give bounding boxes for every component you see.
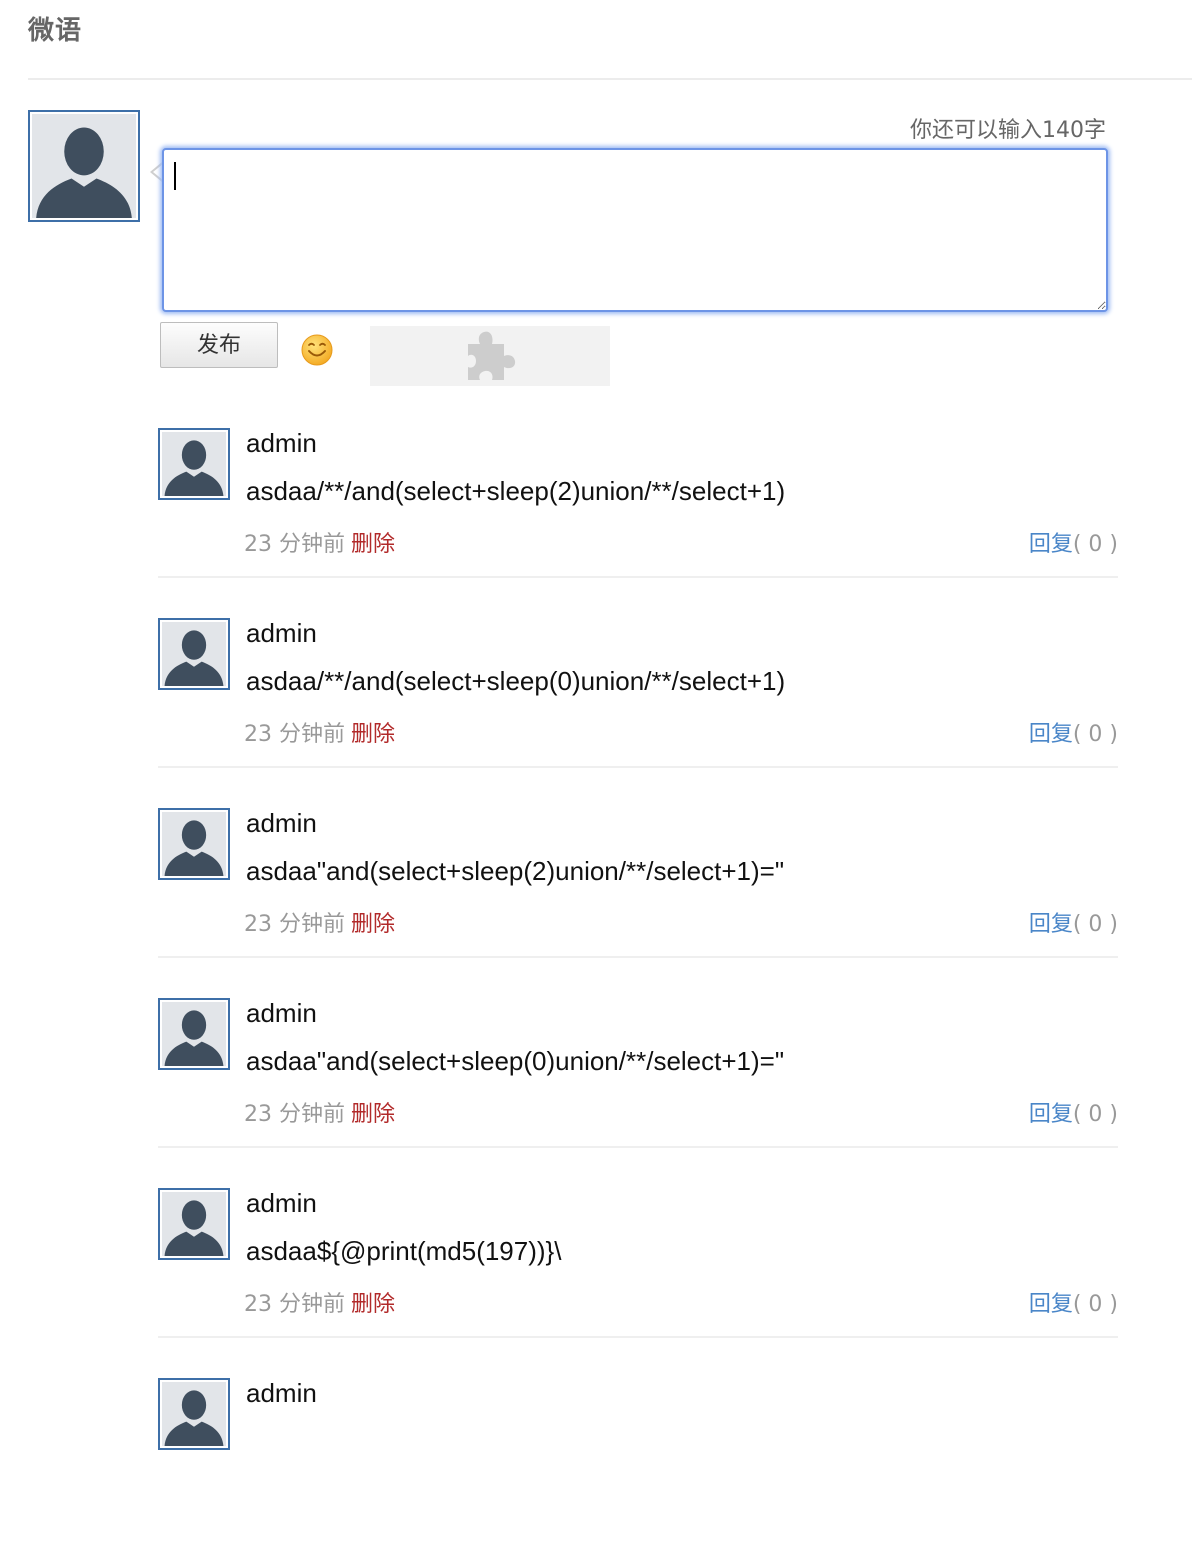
- page-title: 微语: [28, 16, 83, 46]
- reply-link[interactable]: 回复( 0 ): [1029, 906, 1118, 938]
- reply-label[interactable]: 回复: [1029, 722, 1073, 747]
- post-input[interactable]: [162, 148, 1108, 312]
- user-silhouette-icon: [162, 432, 226, 496]
- puzzle-piece-icon: [468, 331, 516, 380]
- feed-username[interactable]: admin: [246, 428, 317, 459]
- reply-count: ( 0 ): [1072, 1292, 1118, 1317]
- user-silhouette-icon: [162, 622, 226, 686]
- feed-time: 23 分钟前: [244, 912, 345, 937]
- delete-link[interactable]: 删除: [351, 1292, 395, 1317]
- feed-divider: [158, 766, 1118, 768]
- plugin-placeholder: [370, 326, 610, 386]
- feed-time: 23 分钟前: [244, 1292, 345, 1317]
- feed-divider: [158, 1146, 1118, 1148]
- reply-count: ( 0 ): [1072, 722, 1118, 747]
- reply-count: ( 0 ): [1072, 532, 1118, 557]
- user-silhouette-icon: [162, 1382, 226, 1446]
- feed-meta: 23 分钟前 删除: [244, 906, 395, 938]
- feed-item: admin asdaa"and(select+sleep(0)union/**/…: [158, 998, 1118, 1188]
- feed-item: admin: [158, 1378, 1118, 1568]
- reply-count: ( 0 ): [1072, 1102, 1118, 1127]
- smiley-icon[interactable]: [300, 333, 334, 367]
- feed-username[interactable]: admin: [246, 1188, 317, 1219]
- feed-time: 23 分钟前: [244, 722, 345, 747]
- user-silhouette-icon: [162, 1192, 226, 1256]
- current-user-avatar: [28, 110, 140, 222]
- feed-divider: [158, 576, 1118, 578]
- feed-content: asdaa${@print(md5(197))}\: [246, 1236, 562, 1266]
- feed-time: 23 分钟前: [244, 1102, 345, 1127]
- feed-item: admin asdaa${@print(md5(197))}\ 23 分钟前 删除…: [158, 1188, 1118, 1378]
- reply-link[interactable]: 回复( 0 ): [1029, 716, 1118, 748]
- delete-link[interactable]: 删除: [351, 912, 395, 937]
- avatar[interactable]: [158, 1188, 230, 1260]
- avatar[interactable]: [158, 1378, 230, 1450]
- delete-link[interactable]: 删除: [351, 1102, 395, 1127]
- feed-username[interactable]: admin: [246, 1378, 317, 1409]
- user-silhouette-icon: [32, 114, 136, 218]
- feed-meta: 23 分钟前 删除: [244, 1096, 395, 1128]
- feed-content: asdaa/**/and(select+sleep(0)union/**/sel…: [246, 666, 786, 696]
- feed-meta: 23 分钟前 删除: [244, 526, 395, 558]
- reply-link[interactable]: 回复( 0 ): [1029, 1286, 1118, 1318]
- publish-button[interactable]: 发布: [160, 322, 278, 368]
- feed-meta: 23 分钟前 删除: [244, 716, 395, 748]
- reply-label[interactable]: 回复: [1029, 1292, 1073, 1317]
- reply-label[interactable]: 回复: [1029, 532, 1073, 557]
- feed-username[interactable]: admin: [246, 618, 317, 649]
- reply-link[interactable]: 回复( 0 ): [1029, 526, 1118, 558]
- feed-username[interactable]: admin: [246, 808, 317, 839]
- user-silhouette-icon: [162, 812, 226, 876]
- feed-divider: [158, 1336, 1118, 1338]
- feed-item: admin asdaa/**/and(select+sleep(0)union/…: [158, 618, 1118, 808]
- reply-count: ( 0 ): [1072, 912, 1118, 937]
- feed-content: asdaa"and(select+sleep(2)union/**/select…: [246, 856, 785, 886]
- title-divider: [28, 78, 1192, 80]
- char-counter: 你还可以输入140字: [910, 118, 1106, 143]
- avatar[interactable]: [158, 998, 230, 1070]
- feed-item: admin asdaa"and(select+sleep(2)union/**/…: [158, 808, 1118, 998]
- avatar[interactable]: [158, 808, 230, 880]
- feed-content: asdaa"and(select+sleep(0)union/**/select…: [246, 1046, 785, 1076]
- feed-content: asdaa/**/and(select+sleep(2)union/**/sel…: [246, 476, 786, 506]
- delete-link[interactable]: 删除: [351, 532, 395, 557]
- feed-username[interactable]: admin: [246, 998, 317, 1029]
- feed-item: admin asdaa/**/and(select+sleep(2)union/…: [158, 428, 1118, 618]
- feed-time: 23 分钟前: [244, 532, 345, 557]
- delete-link[interactable]: 删除: [351, 722, 395, 747]
- user-silhouette-icon: [162, 1002, 226, 1066]
- avatar[interactable]: [158, 428, 230, 500]
- feed-divider: [158, 956, 1118, 958]
- avatar[interactable]: [158, 618, 230, 690]
- reply-label[interactable]: 回复: [1029, 1102, 1073, 1127]
- feed-meta: 23 分钟前 删除: [244, 1286, 395, 1318]
- reply-link[interactable]: 回复( 0 ): [1029, 1096, 1118, 1128]
- text-cursor: [174, 162, 176, 190]
- reply-label[interactable]: 回复: [1029, 912, 1073, 937]
